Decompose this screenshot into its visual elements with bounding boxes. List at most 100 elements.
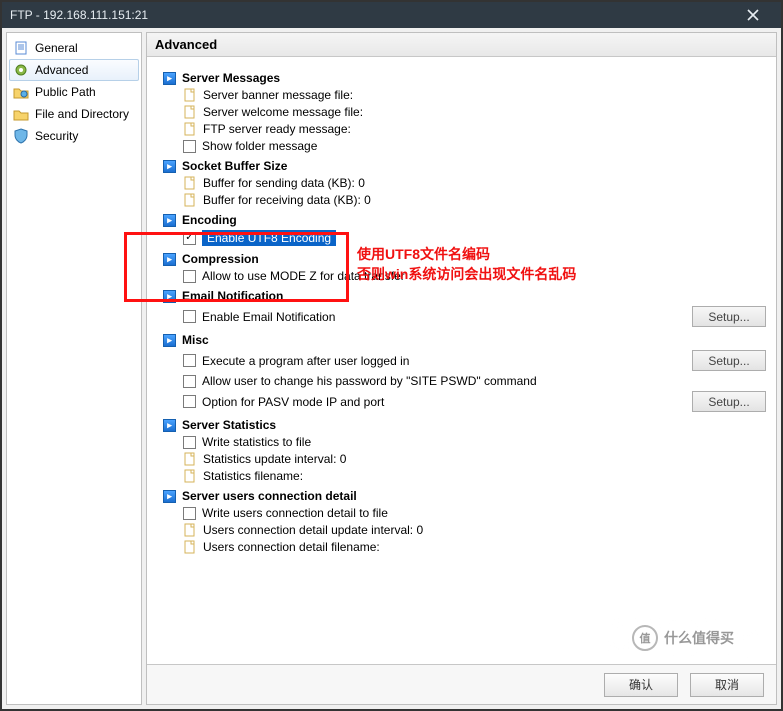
ok-button[interactable]: 确认 (604, 673, 678, 697)
sidebar-item-label: File and Directory (35, 107, 129, 121)
row-recv-buffer[interactable]: Buffer for receiving data (KB): 0 (183, 193, 766, 207)
checkbox-checked[interactable]: ✓ (183, 232, 196, 245)
section-stats: ▸ Server Statistics Write statistics to … (157, 418, 766, 483)
setup-button[interactable]: Setup... (692, 350, 766, 371)
sidebar-item-label: Security (35, 129, 78, 143)
section-title: Server Messages (182, 71, 280, 85)
sidebar-item-advanced[interactable]: Advanced (9, 59, 139, 81)
row-mode-z[interactable]: Allow to use MODE Z for data transfer (183, 269, 766, 283)
row-label: Buffer for receiving data (KB): 0 (203, 193, 371, 207)
file-icon (183, 105, 197, 119)
row-write-conn[interactable]: Write users connection detail to file (183, 506, 766, 520)
sidebar-item-public-path[interactable]: Public Path (9, 81, 139, 103)
row-conn-filename[interactable]: Users connection detail filename: (183, 540, 766, 554)
row-label: Write statistics to file (202, 435, 311, 449)
file-icon (183, 88, 197, 102)
sidebar-item-security[interactable]: Security (9, 125, 139, 147)
sidebar-item-general[interactable]: General (9, 37, 139, 59)
body: General Advanced Public Path File and Di… (2, 28, 781, 709)
expand-icon[interactable]: ▸ (163, 253, 176, 266)
expand-icon[interactable]: ▸ (163, 490, 176, 503)
row-enable-email[interactable]: Enable Email Notification Setup... (183, 306, 766, 327)
checkbox[interactable] (183, 354, 196, 367)
section-conn-detail: ▸ Server users connection detail Write u… (157, 489, 766, 554)
folder-globe-icon (13, 84, 29, 100)
section-socket-buffer: ▸ Socket Buffer Size Buffer for sending … (157, 159, 766, 207)
expand-icon[interactable]: ▸ (163, 334, 176, 347)
section-title: Server Statistics (182, 418, 276, 432)
sidebar-item-label: General (35, 41, 78, 55)
row-banner-file[interactable]: Server banner message file: (183, 88, 766, 102)
section-title: Socket Buffer Size (182, 159, 287, 173)
footer: 确认 取消 (147, 664, 776, 704)
content-title: Advanced (147, 33, 776, 57)
section-title: Email Notification (182, 289, 283, 303)
row-stats-interval[interactable]: Statistics update interval: 0 (183, 452, 766, 466)
row-label: Users connection detail update interval:… (203, 523, 423, 537)
row-pasv[interactable]: Option for PASV mode IP and port Setup..… (183, 391, 766, 412)
row-site-pswd[interactable]: Allow user to change his password by "SI… (183, 374, 766, 388)
checkbox[interactable] (183, 436, 196, 449)
window: FTP - 192.168.111.151:21 General Advance… (0, 0, 783, 711)
row-label: Enable Email Notification (202, 310, 335, 324)
checkbox[interactable] (183, 507, 196, 520)
row-label: FTP server ready message: (203, 122, 351, 136)
row-stats-filename[interactable]: Statistics filename: (183, 469, 766, 483)
close-button[interactable] (733, 2, 773, 28)
section-email: ▸ Email Notification Enable Email Notifi… (157, 289, 766, 327)
row-execute-program[interactable]: Execute a program after user logged in S… (183, 350, 766, 371)
row-label: Users connection detail filename: (203, 540, 380, 554)
file-icon (183, 452, 197, 466)
file-icon (183, 193, 197, 207)
row-label: Option for PASV mode IP and port (202, 395, 384, 409)
row-label: Show folder message (202, 139, 317, 153)
sidebar-item-label: Public Path (35, 85, 96, 99)
row-label: Statistics update interval: 0 (203, 452, 346, 466)
sidebar: General Advanced Public Path File and Di… (6, 32, 142, 705)
row-ready-message[interactable]: FTP server ready message: (183, 122, 766, 136)
checkbox[interactable] (183, 270, 196, 283)
expand-icon[interactable]: ▸ (163, 419, 176, 432)
file-icon (183, 176, 197, 190)
expand-icon[interactable]: ▸ (163, 290, 176, 303)
section-title: Server users connection detail (182, 489, 357, 503)
gear-icon (13, 62, 29, 78)
checkbox[interactable] (183, 140, 196, 153)
section-encoding: ▸ Encoding ✓ Enable UTF8 Encoding (157, 213, 766, 246)
row-conn-interval[interactable]: Users connection detail update interval:… (183, 523, 766, 537)
sidebar-item-label: Advanced (35, 63, 88, 77)
checkbox[interactable] (183, 310, 196, 323)
shield-icon (13, 128, 29, 144)
folder-icon (13, 106, 29, 122)
file-icon (183, 469, 197, 483)
expand-icon[interactable]: ▸ (163, 160, 176, 173)
sidebar-item-file-directory[interactable]: File and Directory (9, 103, 139, 125)
checkbox[interactable] (183, 375, 196, 388)
page-icon (13, 40, 29, 56)
row-label: Server banner message file: (203, 88, 353, 102)
row-send-buffer[interactable]: Buffer for sending data (KB): 0 (183, 176, 766, 190)
setup-button[interactable]: Setup... (692, 306, 766, 327)
checkbox[interactable] (183, 395, 196, 408)
row-enable-utf8[interactable]: ✓ Enable UTF8 Encoding (183, 230, 766, 246)
window-title: FTP - 192.168.111.151:21 (10, 8, 148, 22)
setup-button[interactable]: Setup... (692, 391, 766, 412)
row-label: Enable UTF8 Encoding (202, 230, 336, 246)
row-label: Allow to use MODE Z for data transfer (202, 269, 405, 283)
section-title: Misc (182, 333, 209, 347)
content-pane: Advanced ▸ Server Messages Server banner… (146, 32, 777, 705)
row-label: Execute a program after user logged in (202, 354, 409, 368)
row-show-folder[interactable]: Show folder message (183, 139, 766, 153)
file-icon (183, 523, 197, 537)
row-label: Write users connection detail to file (202, 506, 388, 520)
expand-icon[interactable]: ▸ (163, 214, 176, 227)
file-icon (183, 540, 197, 554)
row-welcome-file[interactable]: Server welcome message file: (183, 105, 766, 119)
expand-icon[interactable]: ▸ (163, 72, 176, 85)
section-misc: ▸ Misc Execute a program after user logg… (157, 333, 766, 412)
row-label: Server welcome message file: (203, 105, 363, 119)
row-label: Buffer for sending data (KB): 0 (203, 176, 365, 190)
row-label: Allow user to change his password by "SI… (202, 374, 537, 388)
cancel-button[interactable]: 取消 (690, 673, 764, 697)
row-write-stats[interactable]: Write statistics to file (183, 435, 766, 449)
